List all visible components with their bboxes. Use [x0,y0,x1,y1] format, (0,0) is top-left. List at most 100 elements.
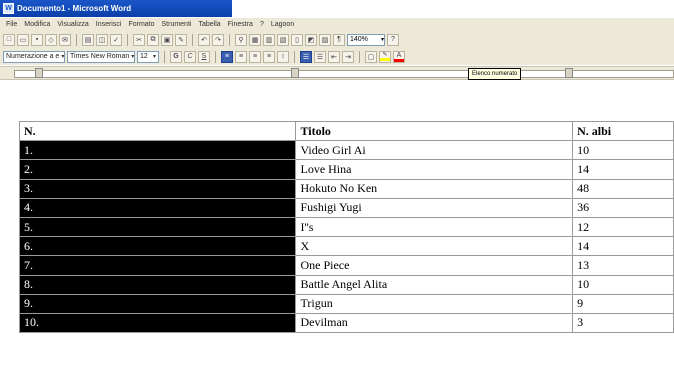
toolbar-separator [294,50,295,63]
header-n[interactable]: N. [18,120,297,142]
row-title-cell[interactable]: Love Hina [295,159,574,180]
table-row: 8. Battle Angel Alita 10 [18,274,674,295]
outside-border-icon[interactable]: ▢ [365,50,377,63]
font-size-select[interactable]: 12 ▾ [137,50,159,63]
italic-button[interactable]: C [184,50,196,63]
row-title-cell[interactable]: Devilman [295,312,574,334]
spelling-icon[interactable]: ✓ [110,33,122,46]
column-marker[interactable] [291,68,299,78]
zoom-select[interactable]: 140% ▾ [347,33,385,46]
print-icon[interactable]: ▤ [82,33,94,46]
format-painter-icon[interactable]: ✎ [175,33,187,46]
bold-button[interactable]: G [170,50,182,63]
row-title-cell[interactable]: Hokuto No Ken [295,178,574,199]
font-select[interactable]: Times New Roman ▾ [67,50,135,63]
indent-marker[interactable] [35,68,43,78]
email-icon[interactable]: ✉ [59,33,71,46]
row-number-cell[interactable]: 5. [18,216,297,238]
style-select[interactable]: Numerazione a e ▾ [3,50,65,63]
header-titolo[interactable]: Titolo [295,120,574,142]
menu-finestra[interactable]: Finestra [228,21,253,28]
justify-icon[interactable]: ≡ [263,50,275,63]
row-number-cell[interactable]: 9. [18,293,297,314]
row-number-cell[interactable]: 4. [18,197,297,218]
document-map-icon[interactable]: ▨ [319,33,331,46]
line-spacing-icon[interactable]: ↕ [277,50,289,63]
insert-table-icon[interactable]: ▥ [263,33,275,46]
row-number-cell[interactable]: 6. [18,236,297,257]
drawing-icon[interactable]: ◩ [305,33,317,46]
row-albi-cell[interactable]: 9 [572,293,674,314]
print-preview-icon[interactable]: ◫ [96,33,108,46]
row-number-cell[interactable]: 2. [18,159,297,180]
menu-inserisci[interactable]: Inserisci [96,21,122,28]
column-marker[interactable] [565,68,573,78]
row-albi-cell[interactable]: 13 [572,255,674,276]
align-center-icon[interactable]: ≡ [235,50,247,63]
row-albi-cell[interactable]: 10 [572,140,674,161]
insert-excel-icon[interactable]: ▧ [277,33,289,46]
bullets-icon[interactable]: ☰ [314,50,326,63]
menu-strumenti[interactable]: Strumenti [162,21,192,28]
menu-tabella[interactable]: Tabella [198,21,220,28]
new-document-icon[interactable]: □ [3,33,15,46]
paste-icon[interactable]: ▣ [161,33,173,46]
table-row: 6. X 14 [18,236,674,257]
redo-icon[interactable]: ↷ [212,33,224,46]
row-number-cell[interactable]: 1. [18,140,297,161]
align-right-icon[interactable]: ≡ [249,50,261,63]
tables-borders-icon[interactable]: ▦ [249,33,261,46]
row-albi-cell[interactable]: 36 [572,197,674,218]
hyperlink-icon[interactable]: ⚲ [235,33,247,46]
toolbar-separator [76,33,77,46]
menu-help[interactable]: ? [260,21,264,28]
header-albi[interactable]: N. albi [572,120,674,142]
menu-formato[interactable]: Formato [128,21,154,28]
save-icon[interactable]: ▪ [31,33,43,46]
menu-bar: File Modifica Visualizza Inserisci Forma… [0,18,674,31]
table-body: 1. Video Girl Ai 10 2. Love Hina 14 3. Hokuto N… [18,140,674,334]
align-left-icon[interactable]: ≡ [221,50,233,63]
ruler-track[interactable] [14,70,674,78]
menu-lagoon[interactable]: Lagoon [271,21,294,28]
decrease-indent-icon[interactable]: ⇤ [328,50,340,63]
undo-icon[interactable]: ↶ [198,33,210,46]
underline-button[interactable]: S [198,50,210,63]
row-title-cell[interactable]: Trigun [295,293,574,314]
row-number-cell[interactable]: 7. [18,255,297,276]
columns-icon[interactable]: ▯ [291,33,303,46]
row-title-cell[interactable]: Fushigi Yugi [295,197,574,218]
row-title-cell[interactable]: Battle Angel Alita [295,274,574,295]
row-title-cell[interactable]: Video Girl Ai [295,140,574,161]
document-page[interactable]: N. Titolo N. albi 1. Video Girl Ai 10 2. Lov… [0,81,674,388]
cut-icon[interactable]: ✂ [133,33,145,46]
row-title-cell[interactable]: I''s [295,216,574,238]
row-number-cell[interactable]: 10. [18,312,297,334]
help-icon[interactable]: ? [387,33,399,46]
increase-indent-icon[interactable]: ⇥ [342,50,354,63]
row-title-cell[interactable]: One Piece [295,255,574,276]
table-row: 4. Fushigi Yugi 36 [18,197,674,218]
row-number-cell[interactable]: 3. [18,178,297,199]
table-row: 10. Devilman 3 [18,312,674,334]
row-albi-cell[interactable]: 3 [572,312,674,334]
copy-icon[interactable]: ⧉ [147,33,159,46]
row-number-cell[interactable]: 8. [18,274,297,295]
permission-icon[interactable]: ◇ [45,33,57,46]
show-hide-icon[interactable]: ¶ [333,33,345,46]
row-albi-cell[interactable]: 12 [572,216,674,238]
font-color-icon[interactable]: A [393,50,405,63]
row-albi-cell[interactable]: 10 [572,274,674,295]
row-albi-cell[interactable]: 14 [572,236,674,257]
menu-file[interactable]: File [6,21,17,28]
row-albi-cell[interactable]: 14 [572,159,674,180]
menu-modifica[interactable]: Modifica [24,21,50,28]
menu-visualizza[interactable]: Visualizza [57,21,88,28]
row-albi-cell[interactable]: 48 [572,178,674,199]
table-row: 7. One Piece 13 [18,255,674,276]
row-title-cell[interactable]: X [295,236,574,257]
numbering-icon[interactable]: ☰ [300,50,312,63]
open-folder-icon[interactable]: ▭ [17,33,29,46]
highlight-icon[interactable]: ✎ [379,50,391,63]
toolbar-separator [229,33,230,46]
